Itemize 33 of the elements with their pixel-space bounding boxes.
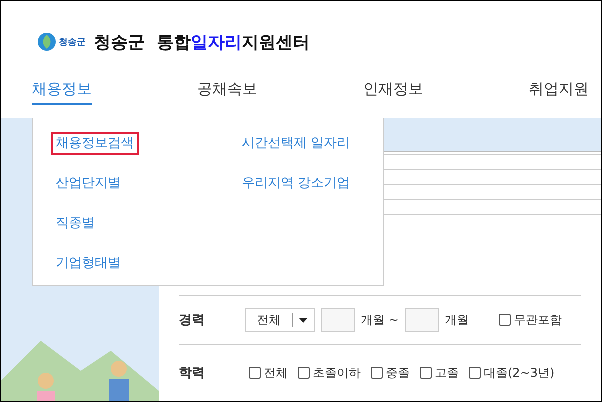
site-title: 청송군 통합일자리지원센터 bbox=[94, 32, 310, 54]
nav-tab[interactable]: 취업지원 bbox=[528, 79, 589, 105]
caret-icon bbox=[299, 318, 308, 322]
months-unit-text: 개월 ~ bbox=[361, 312, 399, 328]
checkbox[interactable] bbox=[498, 314, 511, 326]
logo-text: 청송군 bbox=[59, 36, 86, 48]
checkbox-label: 초졸이하 bbox=[313, 364, 361, 382]
months-from-field[interactable] bbox=[321, 308, 355, 332]
checkbox-label: 대졸(2~3년) bbox=[484, 364, 555, 382]
menu-item[interactable]: 직종별 bbox=[51, 212, 100, 235]
nav-tab[interactable]: 공채속보 bbox=[198, 79, 258, 105]
checkbox[interactable] bbox=[371, 367, 383, 379]
nav-tab[interactable]: 채용정보 bbox=[32, 79, 92, 105]
checkbox[interactable] bbox=[298, 367, 310, 379]
menu-item[interactable]: 우리지역 강소기업 bbox=[237, 172, 356, 195]
menu-item[interactable]: 채용정보검색 bbox=[51, 132, 139, 155]
menu-item[interactable]: 산업단지별 bbox=[51, 172, 126, 195]
checkbox[interactable] bbox=[249, 367, 261, 379]
menu-item[interactable]: 시간선택제 일자리 bbox=[237, 132, 356, 155]
checkbox-label: 전체 bbox=[264, 364, 288, 382]
experience-select[interactable]: 전체 bbox=[245, 308, 315, 332]
checkbox-label: 중졸 bbox=[386, 364, 410, 382]
checkbox-label: 고졸 bbox=[435, 364, 459, 382]
checkbox[interactable] bbox=[420, 367, 432, 379]
menu-item[interactable]: 기업형태별 bbox=[51, 252, 126, 275]
months-unit-text: 개월 bbox=[444, 312, 469, 328]
experience-label: 경력 bbox=[179, 312, 206, 329]
leaf-logo-icon bbox=[37, 32, 57, 52]
months-to-field[interactable] bbox=[404, 308, 439, 332]
education-label: 학력 bbox=[179, 365, 206, 382]
nav-tab[interactable]: 인재정보 bbox=[363, 79, 424, 105]
checkbox[interactable] bbox=[469, 367, 481, 379]
checkbox-label: 무관포함 bbox=[514, 312, 562, 328]
